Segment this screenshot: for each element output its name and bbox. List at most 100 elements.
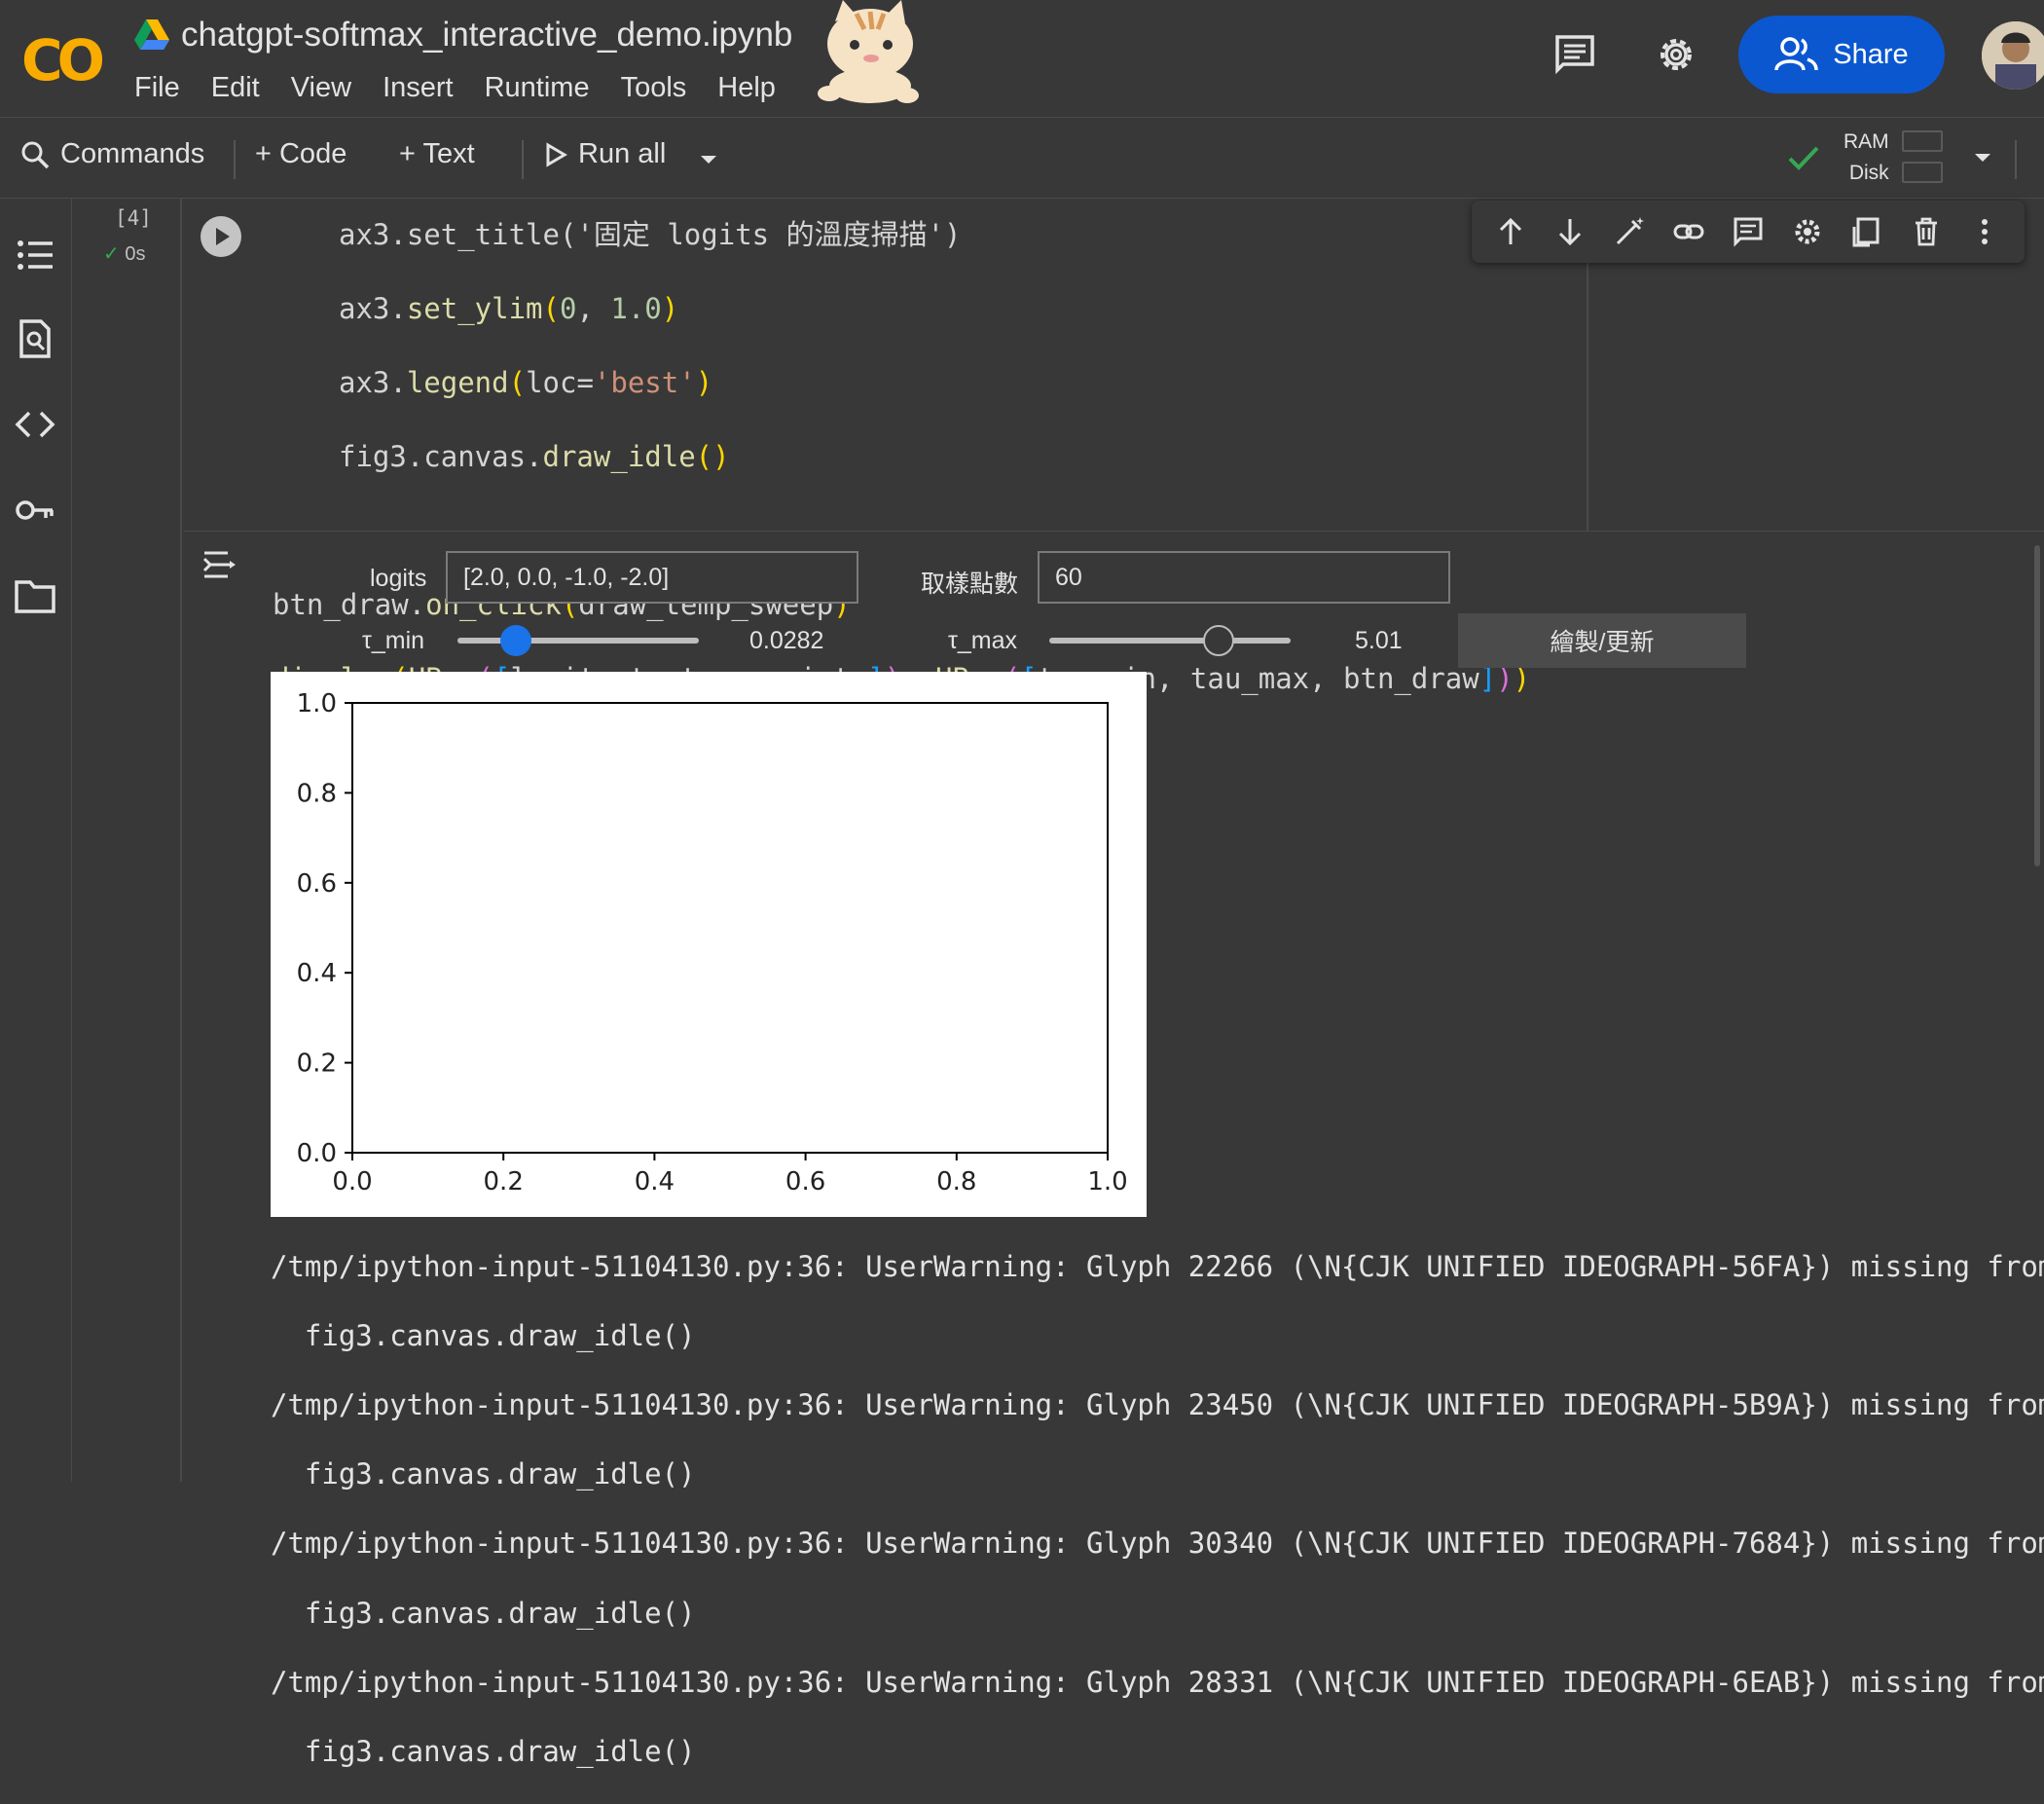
avatar-photo-icon (1982, 21, 2044, 90)
link-icon[interactable] (1672, 215, 1705, 248)
cell-gutter (73, 199, 182, 1482)
x-tick-label: 0.0 (332, 1167, 372, 1197)
menu-runtime[interactable]: Runtime (485, 72, 590, 104)
code-snippets-icon[interactable] (14, 403, 56, 446)
warning-line: fig3.canvas.draw_idle() (271, 1596, 696, 1630)
y-tick-label: 0.2 (297, 1049, 337, 1079)
warning-line: fig3.canvas.draw_idle() (271, 1318, 696, 1352)
draw-update-button[interactable]: 繪製/更新 (1458, 613, 1746, 668)
files-folder-icon[interactable] (14, 574, 56, 617)
execution-time-label: 0s (125, 243, 146, 265)
add-text-label: + Text (399, 138, 475, 169)
success-check-icon: ✓ (103, 243, 120, 265)
run-cell-button[interactable] (201, 216, 241, 257)
code-line: ax3.set_ylim(0, 1.0) (339, 292, 679, 325)
tau-max-slider-track[interactable] (1049, 638, 1291, 644)
npoints-input[interactable] (1038, 551, 1450, 604)
menu-insert[interactable]: Insert (383, 72, 454, 104)
secrets-key-icon[interactable] (14, 489, 56, 532)
delete-icon[interactable] (1910, 215, 1943, 248)
code-line: ax3.legend(loc='best') (339, 366, 713, 399)
toolbar-divider (2015, 140, 2017, 179)
code-line: fig3.canvas.draw_idle() (339, 440, 730, 473)
menu-tools[interactable]: Tools (621, 72, 687, 104)
add-text-button[interactable]: + Text (399, 138, 475, 170)
y-tick-label: 1.0 (297, 689, 337, 718)
runtime-dropdown-icon[interactable] (1970, 148, 1995, 167)
toolbar-divider (522, 140, 524, 179)
tau-min-slider-handle[interactable] (499, 625, 531, 656)
x-tick-label: 0.8 (936, 1167, 976, 1197)
add-code-button[interactable]: + Code (255, 138, 347, 170)
menu-edit[interactable]: Edit (211, 72, 260, 104)
people-icon (1774, 37, 1819, 71)
execution-time: ✓ 0s (103, 241, 145, 266)
warning-line: /tmp/ipython-input-51104130.py:36: UserW… (271, 1387, 2044, 1421)
menu-view[interactable]: View (291, 72, 351, 104)
search-icon (21, 141, 50, 168)
table-of-contents-icon[interactable] (14, 234, 56, 276)
menu-help[interactable]: Help (717, 72, 776, 104)
user-avatar[interactable] (1982, 21, 2044, 90)
disk-label: Disk (1848, 162, 1889, 184)
share-label: Share (1833, 38, 1909, 70)
toolbar-divider (234, 140, 236, 179)
edit-magic-icon[interactable] (1613, 215, 1646, 248)
tau-max-value: 5.01 (1355, 627, 1403, 654)
ram-label: RAM (1843, 130, 1889, 153)
tau-min-slider-track[interactable] (457, 638, 699, 644)
play-outline-icon (546, 141, 567, 167)
x-tick-label: 0.4 (635, 1167, 675, 1197)
play-icon (216, 228, 230, 245)
colab-logo[interactable]: CO (21, 27, 105, 93)
code-line: ax3.set_title('固定 logits 的溫度掃描') (339, 218, 962, 251)
move-down-icon[interactable] (1553, 215, 1587, 248)
warning-line: /tmp/ipython-input-51104130.py:36: UserW… (271, 1249, 2044, 1283)
y-tick-label: 0.6 (297, 869, 337, 899)
tau-min-label: τ_min (362, 627, 425, 654)
cat-mascot-icon (818, 0, 919, 103)
top-bar: CO chatgpt-softmax_interactive_demo.ipyn… (0, 0, 2044, 118)
settings-gear-icon[interactable] (1653, 31, 1699, 78)
tau-min-value: 0.0282 (749, 627, 824, 654)
x-tick-label: 0.2 (484, 1167, 524, 1197)
add-comment-icon[interactable] (1732, 215, 1765, 248)
x-tick-label: 1.0 (1087, 1167, 1127, 1197)
share-button[interactable]: Share (1738, 16, 1945, 93)
tau-max-slider-handle[interactable] (1202, 625, 1234, 656)
warning-line: fig3.canvas.draw_idle() (271, 1734, 696, 1768)
output-scrollbar[interactable] (2034, 545, 2040, 866)
logits-input[interactable] (446, 551, 858, 604)
resource-monitor[interactable]: RAM Disk (1843, 127, 1889, 189)
stderr-output: /tmp/ipython-input-51104130.py:36: UserW… (271, 1215, 2044, 1804)
comments-icon[interactable] (1551, 31, 1598, 78)
cell-settings-icon[interactable] (1791, 215, 1824, 248)
temperature-sweep-chart: 0.0 0.2 0.4 0.6 0.8 1.0 0.0 0.2 0.4 0.6 0.8 1.0 (297, 689, 1128, 1197)
x-tick-label: 0.6 (785, 1167, 825, 1197)
more-options-icon[interactable] (1968, 215, 2001, 248)
run-all-dropdown-icon[interactable] (697, 150, 720, 169)
output-actions-icon[interactable] (201, 547, 239, 582)
move-up-icon[interactable] (1494, 215, 1527, 248)
find-in-file-icon[interactable] (14, 317, 56, 360)
y-tick-label: 0.0 (297, 1139, 337, 1168)
warning-line: fig3.canvas.draw_idle() (271, 1457, 696, 1491)
menu-file[interactable]: File (134, 72, 180, 104)
add-code-label: + Code (255, 138, 347, 169)
disk-usage-bar (1902, 162, 1943, 183)
menu-bar: File Edit View Insert Runtime Tools Help (134, 72, 776, 104)
y-tick-label: 0.8 (297, 779, 337, 808)
ram-usage-bar (1902, 130, 1943, 152)
run-all-label: Run all (578, 138, 667, 169)
y-tick-label: 0.4 (297, 959, 337, 988)
mirror-cell-icon[interactable] (1850, 215, 1883, 248)
draw-update-label: 繪製/更新 (1550, 629, 1655, 656)
run-all-button[interactable]: Run all (543, 138, 666, 170)
logits-label: logits (370, 565, 427, 592)
commands-label: Commands (60, 138, 205, 169)
logo-text: CO (21, 27, 105, 93)
matplotlib-figure: 0.0 0.2 0.4 0.6 0.8 1.0 0.0 0.2 0.4 0.6 0.8 1.0 (271, 672, 1147, 1217)
notebook-title[interactable]: chatgpt-softmax_interactive_demo.ipynb (181, 16, 792, 55)
commands-button[interactable]: Commands (19, 138, 204, 170)
